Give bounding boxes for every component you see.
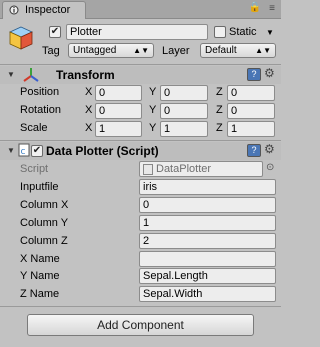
script-file-icon xyxy=(143,164,153,175)
lock-icon[interactable]: 🔒 xyxy=(249,2,261,13)
column-y-input[interactable]: 1 xyxy=(139,215,276,231)
script-enabled-checkbox[interactable]: ✔ xyxy=(31,145,43,157)
help-book-icon[interactable]: ? xyxy=(247,144,261,157)
static-checkbox[interactable] xyxy=(214,26,226,38)
field-label: Z Name xyxy=(20,288,60,300)
scale-label: Scale xyxy=(20,122,48,134)
rotation-y-input[interactable]: 0 xyxy=(160,103,208,119)
chevron-down-icon: ▲▼ xyxy=(133,46,149,55)
transform-header[interactable] xyxy=(0,66,281,84)
tag-dropdown[interactable]: Untagged ▲▼ xyxy=(68,43,154,58)
position-label: Position xyxy=(20,86,60,98)
scale-z-input[interactable]: 1 xyxy=(227,121,275,137)
divider xyxy=(0,64,281,65)
script-title: Data Plotter (Script) xyxy=(46,144,159,158)
rotation-label: Rotation xyxy=(20,104,61,116)
field-label: Column Y xyxy=(20,217,69,229)
add-component-button[interactable]: Add Component xyxy=(27,314,254,336)
layer-label: Layer xyxy=(162,45,190,57)
inspector-icon xyxy=(9,5,19,15)
object-picker-icon[interactable]: ⊙ xyxy=(266,162,274,173)
svg-text:c: c xyxy=(21,147,26,157)
foldout-arrow-icon[interactable]: ▼ xyxy=(7,70,15,79)
axis-y-label: Y xyxy=(149,86,157,98)
z-name-input[interactable]: Sepal.Width xyxy=(139,286,276,302)
gear-icon[interactable]: ⚙ xyxy=(264,66,275,80)
static-dropdown-arrow-icon[interactable]: ▼ xyxy=(266,28,274,37)
axis-y-label: Y xyxy=(149,104,157,116)
field-label: Column Z xyxy=(20,235,68,247)
active-checkbox[interactable]: ✔ xyxy=(49,26,61,38)
axis-y-label: Y xyxy=(149,122,157,134)
script-file-icon: c xyxy=(18,143,30,157)
position-x-input[interactable]: 0 xyxy=(95,85,142,101)
position-y-input[interactable]: 0 xyxy=(160,85,208,101)
x-name-input[interactable] xyxy=(139,251,276,267)
script-object-field[interactable]: DataPlotter xyxy=(139,161,263,177)
transform-axes-icon xyxy=(23,68,39,82)
rotation-z-input[interactable]: 0 xyxy=(227,103,275,119)
field-label: X Name xyxy=(20,253,60,265)
tag-label: Tag xyxy=(42,45,60,57)
axis-z-label: Z xyxy=(216,86,223,98)
chevron-down-icon: ▲▼ xyxy=(255,46,271,55)
help-book-icon[interactable]: ? xyxy=(247,68,261,81)
foldout-arrow-icon[interactable]: ▼ xyxy=(7,146,15,155)
divider xyxy=(0,306,281,307)
script-label: Script xyxy=(20,163,49,175)
field-label: Inputfile xyxy=(20,181,59,193)
gear-icon[interactable]: ⚙ xyxy=(264,142,275,156)
field-label: Column X xyxy=(20,199,69,211)
y-name-input[interactable]: Sepal.Length xyxy=(139,268,276,284)
scale-x-input[interactable]: 1 xyxy=(95,121,142,137)
inputfile-input[interactable]: iris xyxy=(139,179,276,195)
object-name-input[interactable]: Plotter xyxy=(66,24,208,40)
axis-x-label: X xyxy=(85,86,93,98)
transform-title: Transform xyxy=(56,68,115,82)
tag-value: Untagged xyxy=(73,45,117,56)
axis-x-label: X xyxy=(85,122,93,134)
axis-z-label: Z xyxy=(216,122,223,134)
divider xyxy=(0,140,281,141)
menu-icon[interactable]: ≡ xyxy=(269,3,275,14)
scale-y-input[interactable]: 1 xyxy=(160,121,208,137)
tab-inspector[interactable]: Inspector xyxy=(2,1,86,19)
position-z-input[interactable]: 0 xyxy=(227,85,275,101)
column-x-input[interactable]: 0 xyxy=(139,197,276,213)
field-label: Y Name xyxy=(20,270,60,282)
axis-z-label: Z xyxy=(216,104,223,116)
tab-label: Inspector xyxy=(25,4,71,16)
static-label: Static xyxy=(229,26,257,38)
gameobject-cube-icon[interactable] xyxy=(8,25,34,51)
layer-value: Default xyxy=(205,45,237,56)
rotation-x-input[interactable]: 0 xyxy=(95,103,142,119)
layer-dropdown[interactable]: Default ▲▼ xyxy=(200,43,276,58)
axis-x-label: X xyxy=(85,104,93,116)
column-z-input[interactable]: 2 xyxy=(139,233,276,249)
script-value: DataPlotter xyxy=(156,163,212,175)
